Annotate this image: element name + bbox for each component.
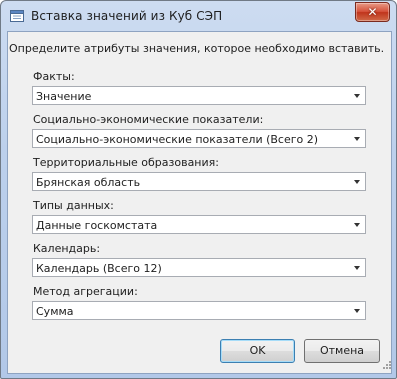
facts-dropdown[interactable]: Значение	[32, 86, 366, 105]
dialog-body: Определите атрибуты значения, которое не…	[7, 31, 392, 374]
chevron-down-icon	[354, 223, 360, 227]
chevron-down-icon	[354, 309, 360, 313]
resize-grip-icon[interactable]	[382, 360, 391, 369]
dialog-window: Вставка значений из Куб СЭП ✕ Определите…	[0, 0, 397, 379]
chevron-down-icon	[354, 266, 360, 270]
indicators-dropdown[interactable]: Социально-экономические показатели (Всег…	[32, 129, 366, 148]
title-bar[interactable]: Вставка значений из Куб СЭП ✕	[1, 1, 396, 31]
ok-button[interactable]: OK	[220, 339, 295, 363]
calendar-value: Календарь (Всего 12)	[36, 262, 162, 275]
aggregation-value: Сумма	[36, 305, 74, 318]
cube-icon	[10, 10, 24, 22]
close-button[interactable]: ✕	[355, 2, 390, 22]
window-title: Вставка значений из Куб СЭП	[31, 9, 223, 23]
calendar-dropdown[interactable]: Календарь (Всего 12)	[32, 258, 366, 277]
instruction-text: Определите атрибуты значения, которое не…	[9, 42, 385, 55]
indicators-label: Социально-экономические показатели:	[33, 113, 264, 126]
close-icon: ✕	[367, 5, 378, 19]
data-types-dropdown[interactable]: Данные госкомстата	[32, 215, 366, 234]
territories-label: Территориальные образования:	[33, 156, 219, 169]
calendar-label: Календарь:	[33, 242, 101, 255]
cancel-button[interactable]: Отмена	[304, 339, 380, 363]
chevron-down-icon	[354, 137, 360, 141]
aggregation-dropdown[interactable]: Сумма	[32, 301, 366, 320]
facts-label: Факты:	[33, 70, 75, 83]
chevron-down-icon	[354, 180, 360, 184]
data-types-value: Данные госкомстата	[36, 219, 158, 232]
aggregation-label: Метод агрегации:	[33, 285, 138, 298]
indicators-value: Социально-экономические показатели (Всег…	[36, 133, 319, 146]
facts-value: Значение	[36, 90, 92, 103]
chevron-down-icon	[354, 94, 360, 98]
data-types-label: Типы данных:	[33, 199, 114, 212]
territories-value: Брянская область	[36, 176, 141, 189]
territories-dropdown[interactable]: Брянская область	[32, 172, 366, 191]
